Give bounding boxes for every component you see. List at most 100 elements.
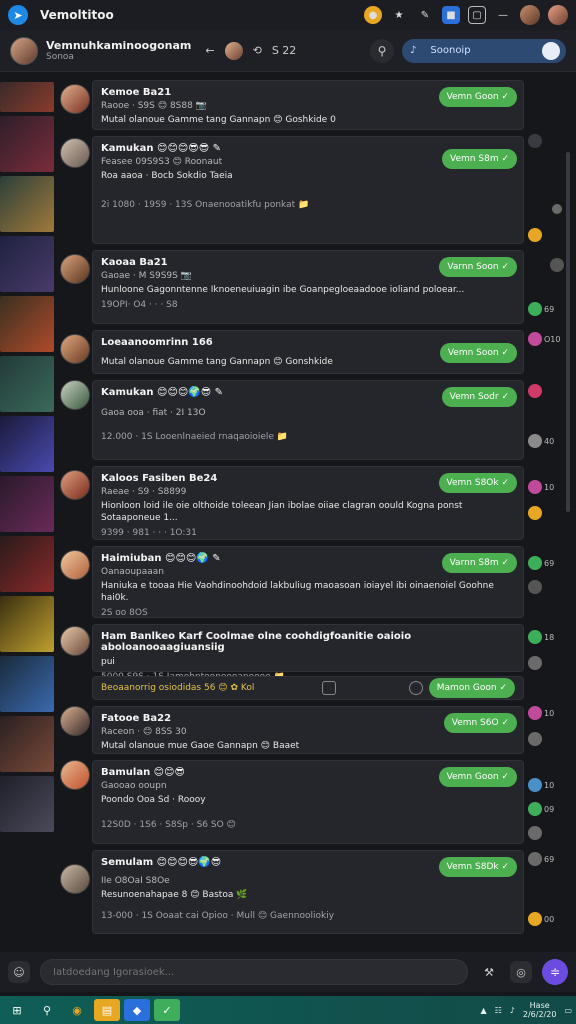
- message-card[interactable]: Loeaanoomrinn 166 Mutal olanoue Gamme ta…: [92, 330, 524, 374]
- camera-icon[interactable]: ◎: [510, 961, 532, 983]
- rail-dot[interactable]: [528, 580, 542, 594]
- thumbnail[interactable]: [0, 416, 54, 472]
- network-icon[interactable]: ☷: [495, 1006, 502, 1015]
- windows-start-icon[interactable]: ⊞: [4, 999, 30, 1021]
- rail-dot[interactable]: [528, 778, 542, 792]
- search-input[interactable]: ♪ Soonoip: [402, 38, 566, 63]
- pen-icon[interactable]: ✎: [416, 6, 434, 24]
- clock[interactable]: Hase 2/6/2/20: [523, 1001, 557, 1019]
- rail-dot[interactable]: [528, 384, 542, 398]
- avatar[interactable]: [60, 626, 90, 656]
- chevron-up-icon[interactable]: ▲: [480, 1006, 486, 1015]
- rail-dot[interactable]: [528, 852, 542, 866]
- chat-app-icon[interactable]: ✓: [154, 999, 180, 1021]
- notification-icon[interactable]: ▭: [564, 1006, 572, 1015]
- search-icon[interactable]: ⚲: [34, 999, 60, 1021]
- thumbnail[interactable]: [0, 476, 54, 532]
- avatar[interactable]: [10, 36, 38, 65]
- rail-dot[interactable]: [528, 134, 542, 148]
- rail-dot[interactable]: [528, 732, 542, 746]
- rail-dot[interactable]: [528, 656, 542, 670]
- thumbnail[interactable]: [0, 356, 54, 412]
- reply-button[interactable]: Vemn S8m ✓: [442, 149, 517, 169]
- attach-icon[interactable]: ☺: [8, 961, 30, 983]
- thumbnail[interactable]: [0, 656, 54, 712]
- thumbnail[interactable]: [0, 596, 54, 652]
- app-logo-icon[interactable]: ➤: [8, 5, 28, 25]
- reply-button[interactable]: Varnn S8m ✓: [441, 553, 517, 573]
- rail-dot[interactable]: [528, 706, 542, 720]
- thumbnail[interactable]: [0, 82, 54, 112]
- circle-icon[interactable]: [408, 681, 423, 695]
- rail-dot[interactable]: [528, 302, 542, 316]
- wand-icon[interactable]: ⚒: [478, 961, 500, 983]
- thumbnail[interactable]: [0, 176, 54, 232]
- avatar[interactable]: [60, 84, 90, 114]
- orange-badge-icon[interactable]: ●: [364, 6, 382, 24]
- rail-dot[interactable]: [528, 630, 542, 644]
- reply-button[interactable]: Vemn S8Dk ✓: [438, 857, 517, 877]
- thumbnail[interactable]: [0, 296, 54, 352]
- avatar[interactable]: [60, 706, 90, 736]
- message-card[interactable]: Ham Banlkeo Karf Coolmae olne coohdigfoa…: [92, 624, 524, 682]
- square-icon[interactable]: [321, 681, 336, 695]
- avatar[interactable]: [542, 41, 560, 60]
- message-card[interactable]: Kaloos Fasiben Be24 Raeae · S9 · S8899 H…: [92, 466, 524, 540]
- avatar[interactable]: [60, 334, 90, 364]
- reply-button[interactable]: Vemn Soon ✓: [439, 343, 517, 363]
- message-card[interactable]: Kamukan 😊😊😊😎😎 ✎ Feasee 09S9S3 😊 Roonaut …: [92, 136, 524, 244]
- thumbnail[interactable]: [0, 716, 54, 772]
- avatar[interactable]: [60, 864, 90, 894]
- rail-dot[interactable]: [528, 506, 542, 520]
- volume-icon[interactable]: ♪: [510, 1006, 515, 1015]
- star-icon[interactable]: ★: [390, 6, 408, 24]
- rail-dot[interactable]: [528, 802, 542, 816]
- refresh-icon[interactable]: ⟲: [253, 44, 262, 57]
- blue-app-icon[interactable]: ■: [442, 6, 460, 24]
- rail-dot[interactable]: [552, 204, 562, 214]
- rail-dot[interactable]: [528, 826, 542, 840]
- reply-button[interactable]: Vemn S6O ✓: [443, 713, 517, 733]
- avatar-icon[interactable]: [520, 5, 540, 25]
- message-input[interactable]: [40, 959, 468, 985]
- rail-dot[interactable]: [528, 434, 542, 448]
- reply-button[interactable]: Mamon Goon ✓: [428, 678, 515, 698]
- rail-dot[interactable]: [528, 228, 542, 242]
- message-card[interactable]: Kaoaa Ba21 Gaoae · M S9S9S 📷 Hunloone Ga…: [92, 250, 524, 324]
- reply-button[interactable]: Varnn Soon ✓: [439, 257, 517, 277]
- reply-button[interactable]: Vemn Sodr ✓: [441, 387, 517, 407]
- rail-dot[interactable]: [528, 912, 542, 926]
- message-card[interactable]: Kamukan 😊😊😊🌍😎 ✎ Gaoa ooa · fiat · 2I 13O…: [92, 380, 524, 460]
- browser-icon[interactable]: ◉: [64, 999, 90, 1021]
- thumbnail[interactable]: [0, 236, 54, 292]
- rail-dot[interactable]: [528, 556, 542, 570]
- avatar-icon[interactable]: [548, 5, 568, 25]
- avatar[interactable]: [224, 41, 243, 60]
- thumbnail[interactable]: [0, 116, 54, 172]
- avatar[interactable]: [60, 550, 90, 580]
- app-icon[interactable]: ◆: [124, 999, 150, 1021]
- reaction-bar[interactable]: Beoaanorrig osiodidas 56 😊 ✿ Kol Mamon G…: [92, 676, 524, 700]
- rail-dot[interactable]: [528, 480, 542, 494]
- rail-dot[interactable]: [550, 258, 564, 272]
- send-button[interactable]: ≑: [542, 959, 568, 985]
- search-icon[interactable]: ⚲: [370, 38, 394, 63]
- back-arrow-icon[interactable]: ←: [205, 44, 214, 57]
- minimize-icon[interactable]: —: [494, 6, 512, 24]
- avatar[interactable]: [60, 138, 90, 168]
- message-card[interactable]: Semulam 😊😊😊😎🌍😎 IIe O8OaI S8Oe Resunoenah…: [92, 850, 524, 934]
- message-card[interactable]: Bamulan 😊😊😎 Gaooao ooupn Poondo Ooa Sd ·…: [92, 760, 524, 844]
- avatar[interactable]: [60, 380, 90, 410]
- window-icon[interactable]: ▢: [468, 6, 486, 24]
- reply-button[interactable]: Vemn S8Ok ✓: [438, 473, 517, 493]
- avatar[interactable]: [60, 254, 90, 284]
- thumbnail[interactable]: [0, 536, 54, 592]
- message-card[interactable]: Kemoe Ba21 Raooe · S9S 😊 8S88 📷 Mutal ol…: [92, 80, 524, 130]
- reply-button[interactable]: Vemn Goon ✓: [438, 767, 517, 787]
- thumbnail[interactable]: [0, 776, 54, 832]
- message-card[interactable]: Haimiuban 😊😊😊🌍 ✎ Oanaoupaaan Haniuka e t…: [92, 546, 524, 618]
- folder-icon[interactable]: ▤: [94, 999, 120, 1021]
- scrollbar[interactable]: [566, 152, 570, 512]
- reply-button[interactable]: Vemn Goon ✓: [438, 87, 517, 107]
- avatar[interactable]: [60, 760, 90, 790]
